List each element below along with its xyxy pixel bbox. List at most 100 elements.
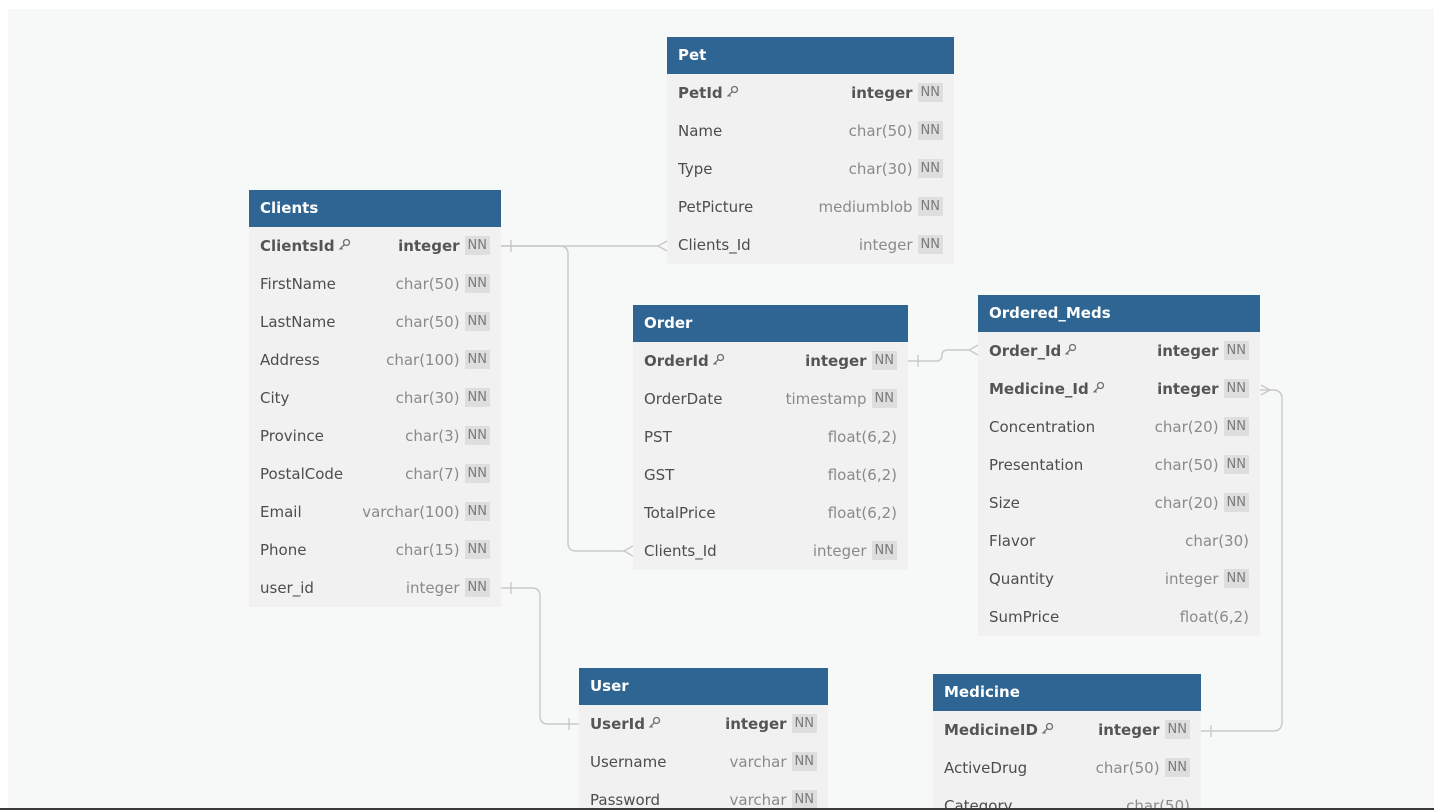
column-row[interactable]: OrderId integer NN [633, 342, 908, 380]
table-order[interactable]: Order OrderId integer NN OrderDate timestamp N… [633, 305, 908, 570]
column-meta: integer NN [1165, 560, 1249, 598]
column-name-text: Name [678, 122, 723, 140]
column-name: Presentation [989, 446, 1083, 484]
column-row[interactable]: Quantity integer NN [978, 560, 1260, 598]
column-meta: varchar NN [730, 781, 817, 808]
link-clients-user[interactable] [501, 587, 579, 725]
table-header[interactable]: Medicine [933, 674, 1201, 711]
table-clients[interactable]: Clients ClientsId integer NN FirstName char(5… [249, 190, 501, 607]
column-row[interactable]: Type char(30) NN [667, 150, 954, 188]
column-name: Clients_Id [678, 226, 751, 264]
column-row[interactable]: Phone char(15) NN [249, 531, 501, 569]
column-row[interactable]: PostalCode char(7) NN [249, 455, 501, 493]
column-row[interactable]: PetPicture mediumblob NN [667, 188, 954, 226]
column-row[interactable]: Email varchar(100) NN [249, 493, 501, 531]
column-row[interactable]: Size char(20) NN [978, 484, 1260, 522]
key-icon [338, 228, 351, 266]
marker-many-pet-clients-id [657, 240, 668, 252]
column-type: integer [1098, 721, 1160, 739]
not-null-badge: NN [464, 274, 490, 293]
column-meta: char(20) NN [1155, 408, 1249, 446]
column-row[interactable]: PST float(6,2) [633, 418, 908, 456]
column-type: integer [398, 237, 460, 255]
column-type: mediumblob [818, 198, 913, 216]
column-type: varchar [729, 753, 787, 771]
column-row[interactable]: MedicineID integer NN [933, 711, 1201, 749]
column-type: integer [805, 352, 867, 370]
column-type: timestamp [785, 390, 867, 408]
column-row[interactable]: Presentation char(50) NN [978, 446, 1260, 484]
column-type: varchar [729, 791, 787, 808]
table-header[interactable]: Ordered_Meds [978, 295, 1260, 332]
column-row[interactable]: Flavor char(30) [978, 522, 1260, 560]
table-pet[interactable]: Pet PetId integer NN Name char(50) NN Type char(… [667, 37, 954, 264]
column-name-text: Clients_Id [678, 236, 751, 254]
column-row[interactable]: user_id integer NN [249, 569, 501, 607]
table-ordered-meds[interactable]: Ordered_Meds Order_Id integer NN Medicine_Id… [978, 295, 1260, 636]
column-name-text: ClientsId [260, 237, 335, 255]
column-type: char(20) [1154, 494, 1219, 512]
column-meta: char(3) NN [405, 417, 490, 455]
column-type: float(6,2) [827, 428, 897, 446]
column-row[interactable]: Clients_Id integer NN [667, 226, 954, 264]
table-header[interactable]: User [579, 668, 828, 705]
column-row[interactable]: Category char(50) [933, 787, 1201, 808]
diagram-canvas[interactable]: Pet PetId integer NN Name char(50) NN Type char(… [8, 9, 1434, 808]
column-name-text: PetId [678, 84, 723, 102]
column-name-text: MedicineID [944, 721, 1038, 739]
column-meta: integer NN [406, 569, 490, 607]
column-type: char(20) [1154, 418, 1219, 436]
column-meta: char(50) NN [849, 112, 943, 150]
not-null-badge: NN [1164, 758, 1190, 777]
not-null-badge: NN [871, 389, 897, 408]
column-meta: char(50) NN [396, 303, 490, 341]
column-name: Address [260, 341, 320, 379]
column-row[interactable]: City char(30) NN [249, 379, 501, 417]
column-name-text: Clients_Id [644, 542, 717, 560]
column-name: City [260, 379, 289, 417]
column-type: integer [812, 542, 867, 560]
column-row[interactable]: Name char(50) NN [667, 112, 954, 150]
column-row[interactable]: Medicine_Id integer NN [978, 370, 1260, 408]
column-name-text: SumPrice [989, 608, 1060, 626]
link-order-ordered-meds[interactable] [908, 349, 969, 362]
column-name-text: Concentration [989, 418, 1096, 436]
table-header[interactable]: Clients [249, 190, 501, 227]
column-row[interactable]: PetId integer NN [667, 74, 954, 112]
column-row[interactable]: OrderDate timestamp NN [633, 380, 908, 418]
column-meta: float(6,2) [828, 456, 897, 494]
column-row[interactable]: LastName char(50) NN [249, 303, 501, 341]
column-meta: char(100) NN [386, 341, 490, 379]
column-meta: char(7) NN [405, 455, 490, 493]
column-type: char(50) [395, 313, 460, 331]
column-name-text: Province [260, 427, 324, 445]
column-name: TotalPrice [644, 494, 716, 532]
column-row[interactable]: Address char(100) NN [249, 341, 501, 379]
column-type: integer [1164, 570, 1219, 588]
column-row[interactable]: GST float(6,2) [633, 456, 908, 494]
column-row[interactable]: Concentration char(20) NN [978, 408, 1260, 446]
column-row[interactable]: ActiveDrug char(50) NN [933, 749, 1201, 787]
column-row[interactable]: Password varchar NN [579, 781, 828, 808]
column-row[interactable]: ClientsId integer NN [249, 227, 501, 265]
table-header[interactable]: Order [633, 305, 908, 342]
table-header[interactable]: Pet [667, 37, 954, 74]
column-meta: integer NN [1098, 711, 1190, 749]
column-name-text: FirstName [260, 275, 336, 293]
link-clients-order[interactable] [501, 245, 624, 552]
column-row[interactable]: Order_Id integer NN [978, 332, 1260, 370]
column-row[interactable]: Username varchar NN [579, 743, 828, 781]
column-name-text: Password [590, 791, 661, 808]
column-name: user_id [260, 569, 314, 607]
table-user[interactable]: User UserId integer NN Username varchar NN Pass… [579, 668, 828, 808]
column-row[interactable]: UserId integer NN [579, 705, 828, 743]
column-row[interactable]: Province char(3) NN [249, 417, 501, 455]
table-medicine[interactable]: Medicine MedicineID integer NN ActiveDrug cha… [933, 674, 1201, 808]
column-type: char(50) [848, 122, 913, 140]
column-type: float(6,2) [827, 466, 897, 484]
column-row[interactable]: Clients_Id integer NN [633, 532, 908, 570]
column-row[interactable]: SumPrice float(6,2) [978, 598, 1260, 636]
column-type: float(6,2) [1179, 608, 1249, 626]
column-row[interactable]: TotalPrice float(6,2) [633, 494, 908, 532]
column-row[interactable]: FirstName char(50) NN [249, 265, 501, 303]
